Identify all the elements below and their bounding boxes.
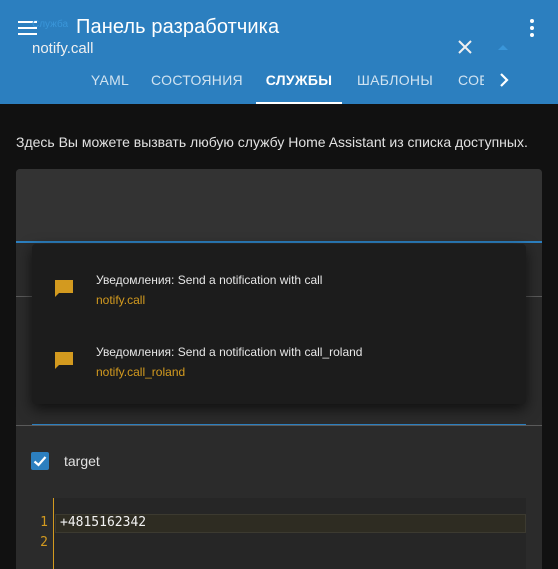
target-checkbox-label: target xyxy=(64,453,100,469)
page-description: Здесь Вы можете вызвать любую службу Hom… xyxy=(16,134,528,150)
suggestion-item[interactable]: Уведомления: Send a notification with ca… xyxy=(32,244,526,314)
divider xyxy=(16,425,542,426)
service-suggestions-dropdown: Уведомления: Send a notification with ca… xyxy=(32,244,526,404)
tab-events[interactable]: СОБЫТИЯ xyxy=(458,56,484,104)
line-number: 2 xyxy=(40,535,48,550)
tab-yaml[interactable]: YAML xyxy=(84,56,136,104)
target-checkbox[interactable] xyxy=(31,452,49,470)
service-field-label: Служба xyxy=(32,19,69,30)
message-icon xyxy=(53,350,75,372)
tab-events-clip: СОБЫТИЯ xyxy=(448,56,484,104)
checkmark-icon xyxy=(33,456,47,467)
editor-gutter xyxy=(32,498,54,569)
caret-up-icon[interactable] xyxy=(496,40,510,54)
chevron-right-icon[interactable] xyxy=(490,68,518,92)
suggestion-service: notify.call_roland xyxy=(96,365,186,379)
close-icon[interactable] xyxy=(456,38,474,56)
page-title: Панель разработчика xyxy=(76,16,280,38)
yaml-editor[interactable] xyxy=(32,498,526,569)
suggestion-item[interactable]: Уведомления: Send a notification with ca… xyxy=(32,316,526,386)
overflow-menu-icon[interactable] xyxy=(520,14,544,42)
tab-bar: YAML СОСТОЯНИЯ СЛУЖБЫ ШАБЛОНЫ СОБЫТИЯ xyxy=(0,56,558,104)
field-underline xyxy=(32,424,526,425)
editor-line[interactable]: +4815162342 xyxy=(60,515,146,530)
tab-services[interactable]: СЛУЖБЫ xyxy=(256,56,342,104)
suggestion-service: notify.call xyxy=(96,293,146,307)
service-input[interactable]: notify.call xyxy=(32,40,93,57)
suggestion-title: Уведомления: Send a notification with ca… xyxy=(96,273,323,287)
suggestion-title: Уведомления: Send a notification with ca… xyxy=(96,345,363,359)
tab-states[interactable]: СОСТОЯНИЯ xyxy=(148,56,246,104)
tab-templates[interactable]: ШАБЛОНЫ xyxy=(348,56,442,104)
message-icon xyxy=(53,278,75,300)
developer-tools-page: Панель разработчика YAML СОСТОЯНИЯ СЛУЖБ… xyxy=(0,0,558,569)
service-field[interactable] xyxy=(16,169,542,243)
line-number: 1 xyxy=(40,515,48,530)
